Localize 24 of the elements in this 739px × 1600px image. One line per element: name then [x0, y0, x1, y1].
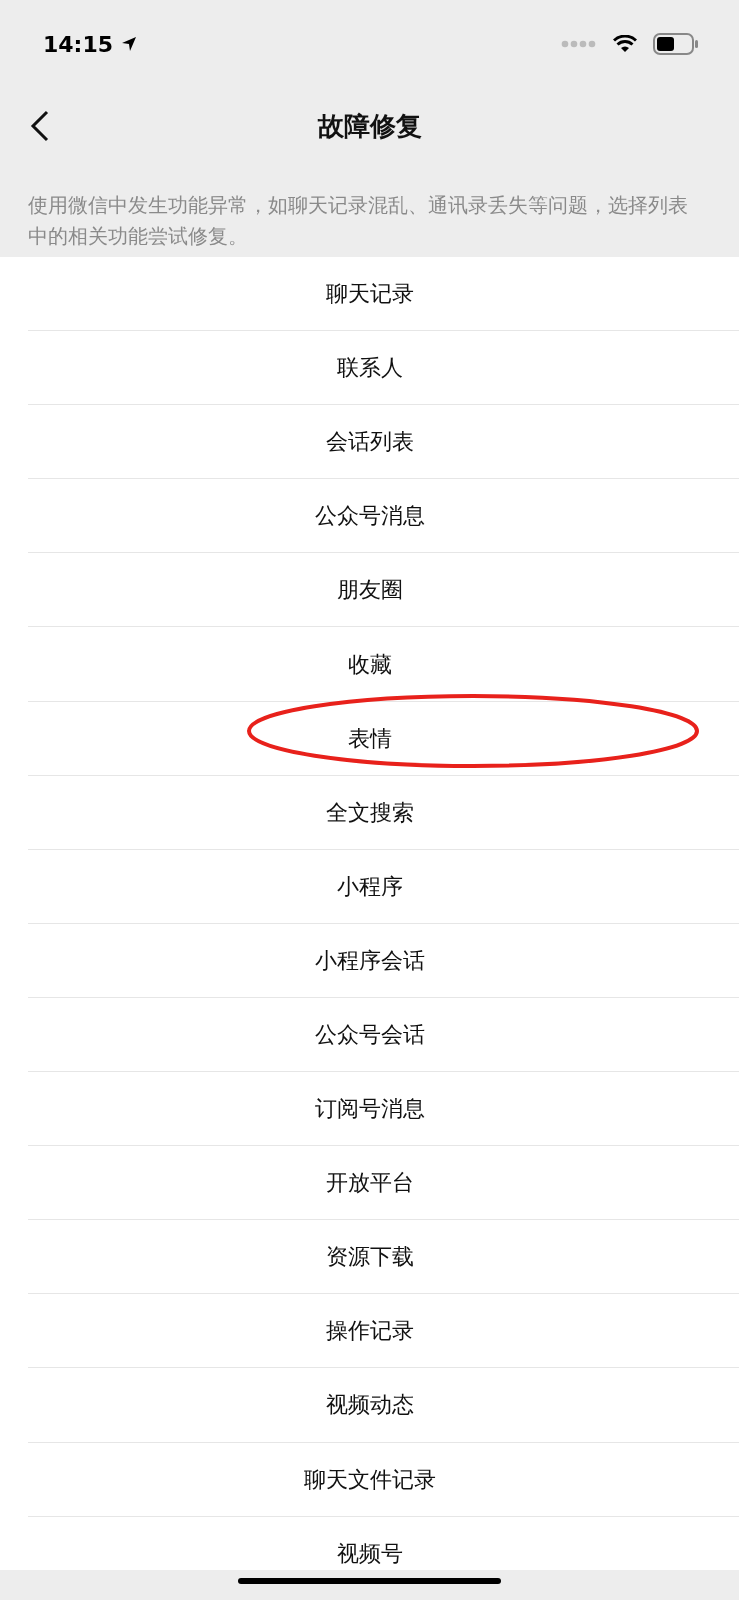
status-time: 14:15	[43, 30, 114, 59]
list-item[interactable]: 朋友圈	[28, 553, 739, 628]
battery-icon	[653, 33, 699, 55]
list-item[interactable]: 聊天文件记录	[28, 1442, 739, 1517]
list-item[interactable]: 操作记录	[28, 1294, 739, 1369]
list-item[interactable]: 联系人	[28, 331, 739, 406]
list-item[interactable]: 全文搜索	[28, 775, 739, 850]
wifi-icon	[613, 35, 637, 53]
list-item[interactable]: 收藏	[28, 627, 739, 702]
signal-icon	[561, 40, 597, 48]
list-item[interactable]: 公众号会话	[28, 997, 739, 1073]
list-item[interactable]: 公众号消息	[28, 479, 739, 554]
location-arrow-icon	[121, 36, 138, 52]
list-item[interactable]: 开放平台	[28, 1146, 739, 1221]
list-item[interactable]: 小程序会话	[28, 923, 739, 998]
description-text: 使用微信中发生功能异常，如聊天记录混乱、通讯录丢失等问题，选择列表中的相关功能尝试修复。	[27, 193, 689, 250]
list-item[interactable]: 表情	[28, 701, 739, 776]
list-item[interactable]: 小程序	[28, 849, 739, 924]
list-item[interactable]: 订阅号消息	[28, 1072, 739, 1147]
list-item[interactable]: 资源下载	[28, 1220, 739, 1295]
list-item[interactable]: 视频动态	[28, 1368, 739, 1443]
list-item[interactable]: 会话列表	[28, 405, 739, 480]
list-item[interactable]: 聊天记录	[28, 257, 739, 332]
page-title: 故障修复	[317, 109, 422, 143]
